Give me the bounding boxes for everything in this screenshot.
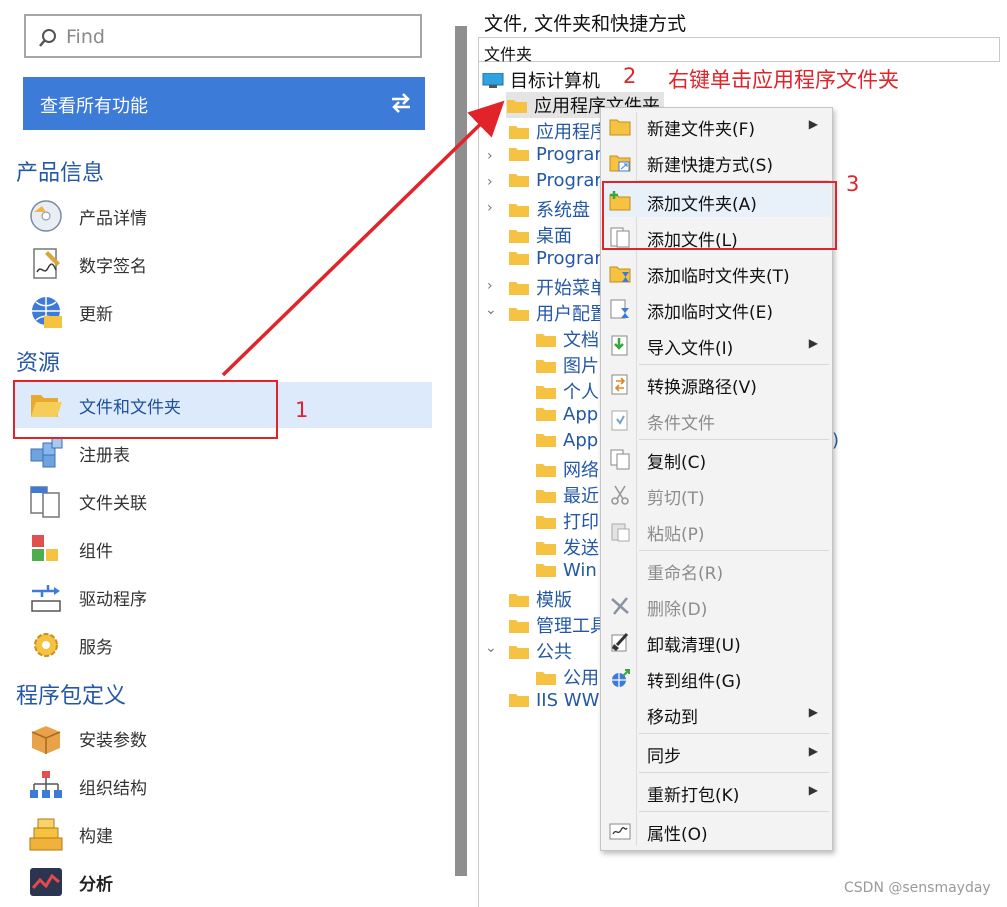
watermark: CSDN @sensmayday [844, 880, 991, 896]
annotation-arrow [221, 100, 505, 377]
